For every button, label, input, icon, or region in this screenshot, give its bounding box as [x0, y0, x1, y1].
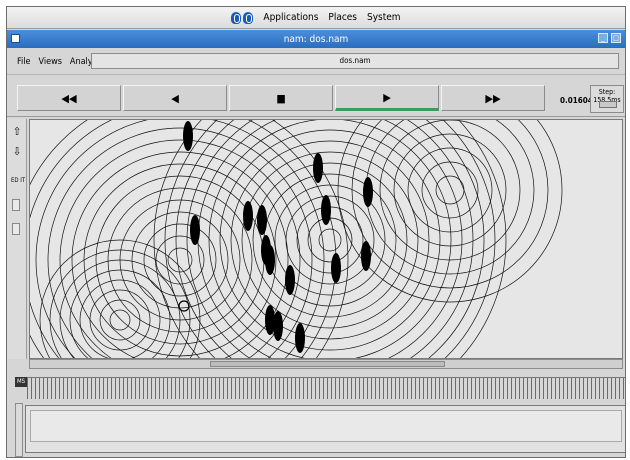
- node-cluster[interactable]: [273, 311, 283, 341]
- rewind-button[interactable]: ◀◀: [17, 85, 121, 111]
- zoom-out-icon[interactable]: ⇩: [10, 145, 24, 159]
- scroll-thumb[interactable]: [210, 361, 445, 367]
- play-icon: ▶: [383, 90, 391, 104]
- transmission-ring: [421, 161, 479, 219]
- minimize-icon[interactable]: _: [598, 33, 608, 43]
- transmission-ring: [393, 133, 507, 247]
- step-slider[interactable]: [599, 101, 617, 108]
- applications-menu[interactable]: Applications: [263, 12, 318, 23]
- step-control[interactable]: Step: 158.5ms: [590, 85, 624, 113]
- gnome-foot-icon[interactable]: [231, 11, 254, 24]
- fast-forward-button[interactable]: ▶▶: [441, 85, 545, 111]
- horizontal-scrollbar[interactable]: [29, 359, 623, 369]
- transmission-ring: [230, 140, 430, 340]
- stop-icon: ■: [276, 91, 286, 105]
- transmission-ring: [208, 120, 452, 358]
- node-cluster[interactable]: [243, 201, 253, 231]
- transmission-ring: [30, 120, 337, 358]
- node-cluster[interactable]: [257, 205, 267, 235]
- node-cluster[interactable]: [265, 245, 275, 275]
- node-cluster[interactable]: [363, 177, 373, 207]
- system-menu[interactable]: System: [367, 12, 401, 23]
- transmission-ring: [197, 120, 463, 358]
- maximize-icon[interactable]: □: [611, 33, 621, 43]
- network-animation[interactable]: [30, 120, 623, 359]
- play-button[interactable]: ▶: [335, 85, 439, 111]
- time-slider[interactable]: [27, 377, 625, 399]
- transmission-ring: [109, 309, 131, 331]
- node-cluster[interactable]: [183, 121, 193, 151]
- window-menu-icon[interactable]: [11, 34, 20, 43]
- menu-file[interactable]: File: [13, 57, 35, 67]
- edit-label: ED IT: [11, 177, 26, 184]
- transmission-ring: [252, 162, 408, 318]
- menu-views[interactable]: Views: [35, 57, 66, 67]
- step-back-button[interactable]: ◀: [123, 85, 227, 111]
- tool-slot-2[interactable]: [12, 223, 20, 235]
- transmission-ring: [99, 299, 141, 341]
- places-menu[interactable]: Places: [328, 12, 357, 23]
- menubar: File Views Analysis dos.nam: [7, 49, 625, 75]
- filename-display: dos.nam: [91, 53, 619, 69]
- zoom-in-icon[interactable]: ⇧: [10, 125, 24, 139]
- transmission-ring: [79, 279, 161, 358]
- tool-slot-1[interactable]: [12, 199, 20, 211]
- transmission-ring: [71, 151, 289, 358]
- transmission-ring: [175, 120, 485, 358]
- tool-strip: ⇧ ⇩ ED IT: [7, 119, 27, 359]
- node-cluster[interactable]: [331, 253, 341, 283]
- transmission-ring: [153, 120, 507, 358]
- fast-forward-icon: ▶▶: [485, 91, 501, 105]
- transmission-ring: [407, 147, 493, 233]
- back-icon: ◀: [171, 91, 179, 105]
- stop-button[interactable]: ■: [229, 85, 333, 111]
- node-cluster[interactable]: [295, 323, 305, 353]
- transmission-ring: [337, 120, 563, 303]
- node-cluster[interactable]: [361, 241, 371, 271]
- node-cluster[interactable]: [285, 265, 295, 295]
- window-title: nam: dos.nam: [283, 33, 349, 45]
- animation-canvas[interactable]: [29, 119, 623, 359]
- node-cluster[interactable]: [190, 215, 200, 245]
- bottom-panel-handle[interactable]: [15, 403, 23, 457]
- timeline-label: MS: [15, 377, 27, 387]
- annotation-panel: [25, 405, 625, 453]
- screen-frame: Applications Places System nam: dos.nam …: [6, 6, 626, 458]
- transmission-ring: [131, 211, 229, 309]
- transport-bar: ◀◀ ◀ ■ ▶ ▶▶ 0.016040 Step: 158.5ms: [7, 77, 625, 117]
- transmission-ring: [307, 217, 353, 263]
- node-cluster[interactable]: [313, 153, 323, 183]
- transmission-ring: [107, 187, 253, 333]
- transmission-ring: [263, 173, 397, 307]
- transmission-ring: [89, 289, 151, 351]
- window-titlebar[interactable]: nam: dos.nam _ □: [7, 30, 625, 48]
- node-cluster[interactable]: [321, 195, 331, 225]
- window-controls: _ □: [598, 33, 621, 43]
- annotation-area[interactable]: [30, 410, 622, 442]
- transmission-ring: [186, 120, 474, 358]
- desktop-top-panel: Applications Places System: [7, 7, 625, 29]
- rewind-icon: ◀◀: [61, 91, 77, 105]
- selected-node-marker[interactable]: [178, 300, 190, 312]
